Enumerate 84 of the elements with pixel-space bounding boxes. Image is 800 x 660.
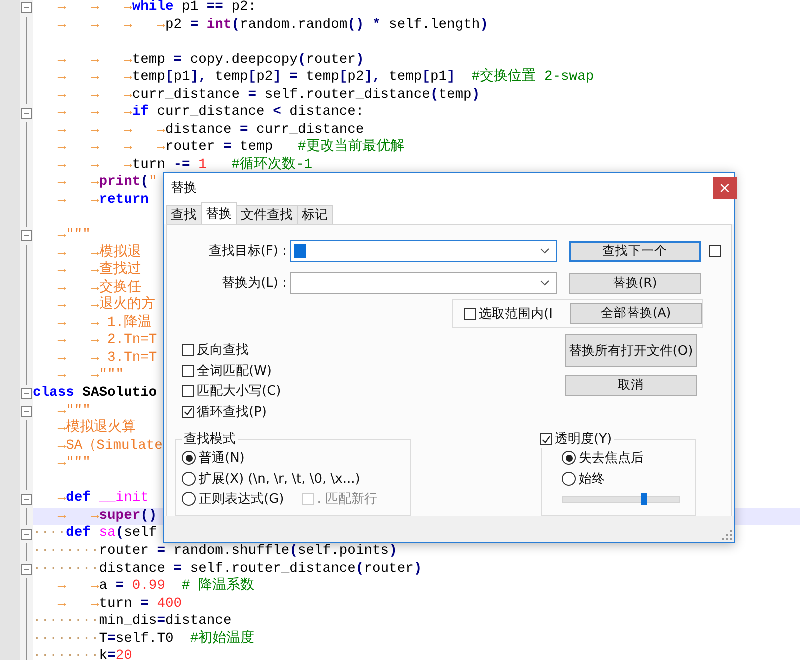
- code-line: →→ 3.Tn=T: [56, 350, 158, 368]
- slider-thumb[interactable]: [641, 493, 648, 505]
- code-line: →→ 退火的方: [56, 297, 156, 314]
- code-line: →→ 模拟退: [56, 244, 142, 262]
- checkbox[interactable]: [182, 406, 194, 418]
- replace-all-button[interactable]: 全部替换(A): [570, 303, 702, 324]
- code-line: →→ 交换任: [56, 280, 142, 296]
- radio-label: 失去焦点后: [579, 450, 644, 468]
- radio-label: 正则表达式(G): [199, 491, 284, 508]
- code-line: →→→→ p2 = int(random.random() * self.length): [56, 16, 488, 34]
- code-line: →→→ while p1 == p2:: [56, 0, 257, 17]
- find-field[interactable]: [290, 240, 557, 262]
- code-line: →→→ temp = copy.deepcopy(router): [56, 52, 364, 70]
- checkbox-label: 全词匹配(W): [197, 362, 272, 380]
- checkbox[interactable]: [182, 364, 194, 377]
- code-line: → """: [56, 402, 91, 419]
- code-line: → """: [56, 227, 91, 245]
- code-line: →→ print(": [56, 174, 158, 192]
- radio-button[interactable]: [182, 451, 196, 466]
- radio-label: 普通(N): [199, 450, 245, 468]
- tab[interactable]: 文件查找: [236, 205, 298, 224]
- checkbox-label: 选取范围内(I: [479, 306, 554, 322]
- code-line: →→ turn = 400: [56, 596, 182, 614]
- tab[interactable]: 标记: [297, 205, 333, 224]
- code-line: →→ """: [56, 367, 124, 386]
- code-line: →→ 查找过: [56, 262, 142, 279]
- checkbox[interactable]: [709, 245, 721, 257]
- field-label: 替换为(L) :: [221, 275, 287, 292]
- checkbox-label: 循环查找(P): [197, 404, 267, 421]
- code-line: → """: [56, 455, 91, 473]
- code-line: →→→→ router = temp #更改当前最优解: [56, 139, 404, 156]
- radio-button[interactable]: [562, 451, 576, 466]
- checkbox-label: 匹配大小写(C): [197, 383, 282, 400]
- radio-label: 始终: [579, 470, 605, 488]
- dialog-title: 替换: [171, 180, 197, 197]
- code-line: →→ return: [56, 192, 149, 210]
- radio-button[interactable]: [182, 492, 196, 506]
- checkbox-label: 透明度(Y): [555, 431, 612, 448]
- checkbox[interactable]: [540, 433, 552, 445]
- collapse-icon[interactable]: [21, 230, 32, 242]
- close-button[interactable]: ×: [713, 177, 737, 199]
- code-line: →→ 1.降温: [56, 314, 152, 332]
- code-line: →→ super(): [56, 508, 158, 526]
- collapse-icon[interactable]: [21, 494, 32, 505]
- code-line: ········router = random.shuffle(self.points): [33, 542, 398, 560]
- radio-button[interactable]: [562, 472, 576, 486]
- replace-button[interactable]: 替换(R): [569, 272, 701, 294]
- cancel-button[interactable]: 取消: [565, 375, 697, 396]
- code-line: ········min_dis=distance: [33, 613, 232, 630]
- field-label: 查找目标(F) :: [208, 243, 287, 260]
- collapse-icon[interactable]: [21, 406, 32, 417]
- code-line: ········T=self.T0 #初始温度: [33, 630, 255, 648]
- code-line: ········distance = self.router_distance(router): [33, 560, 422, 577]
- checkbox[interactable]: [182, 344, 194, 356]
- resize-grip-icon[interactable]: [722, 530, 732, 540]
- find-next-button[interactable]: 查找下一个: [569, 240, 701, 262]
- code-line: ····def sa(self: [33, 525, 158, 543]
- code-line: →→ 2.Tn=T: [56, 332, 158, 350]
- code-line: ········k=20: [33, 648, 132, 660]
- checkbox[interactable]: [182, 385, 194, 398]
- code-line: →→→→ distance = curr_distance: [56, 122, 364, 138]
- code-line: → 模拟退火算: [56, 420, 136, 438]
- checkbox-label: 反向查找: [197, 342, 249, 360]
- collapse-icon[interactable]: [21, 2, 32, 14]
- code-line: → def __init: [56, 490, 149, 508]
- radio-button[interactable]: [182, 472, 196, 486]
- code-line: → SA（Simulate: [56, 438, 163, 456]
- replace-field[interactable]: [290, 272, 557, 294]
- collapse-icon[interactable]: [21, 108, 32, 119]
- replace-all-open-files-button[interactable]: 替换所有打开文件(O): [565, 334, 697, 367]
- radio-label: 扩展(X) (\n, \r, \t, \0, \x...): [199, 470, 360, 488]
- checkbox-label: . 匹配新行: [317, 491, 378, 508]
- code-line: →→→ if curr_distance < distance:: [56, 104, 364, 122]
- code-line: →→→ turn -= 1 #循环次数-1: [56, 156, 313, 174]
- code-line: →→ a = 0.99 # 降温系数: [56, 578, 255, 596]
- tab[interactable]: 查找: [166, 205, 202, 224]
- checkbox[interactable]: [464, 308, 476, 320]
- group-title: 查找模式: [183, 431, 237, 448]
- code-line: →→→ curr_distance = self.router_distance(temp): [56, 86, 480, 104]
- collapse-icon[interactable]: [21, 388, 32, 400]
- code-line: class SASolutio: [33, 385, 158, 403]
- collapse-icon[interactable]: [21, 564, 32, 575]
- code-line: →→→ temp[p1], temp[p2] = temp[p2], temp[p1] #交换位置 2-swap: [56, 69, 594, 87]
- collapse-icon[interactable]: [21, 528, 32, 540]
